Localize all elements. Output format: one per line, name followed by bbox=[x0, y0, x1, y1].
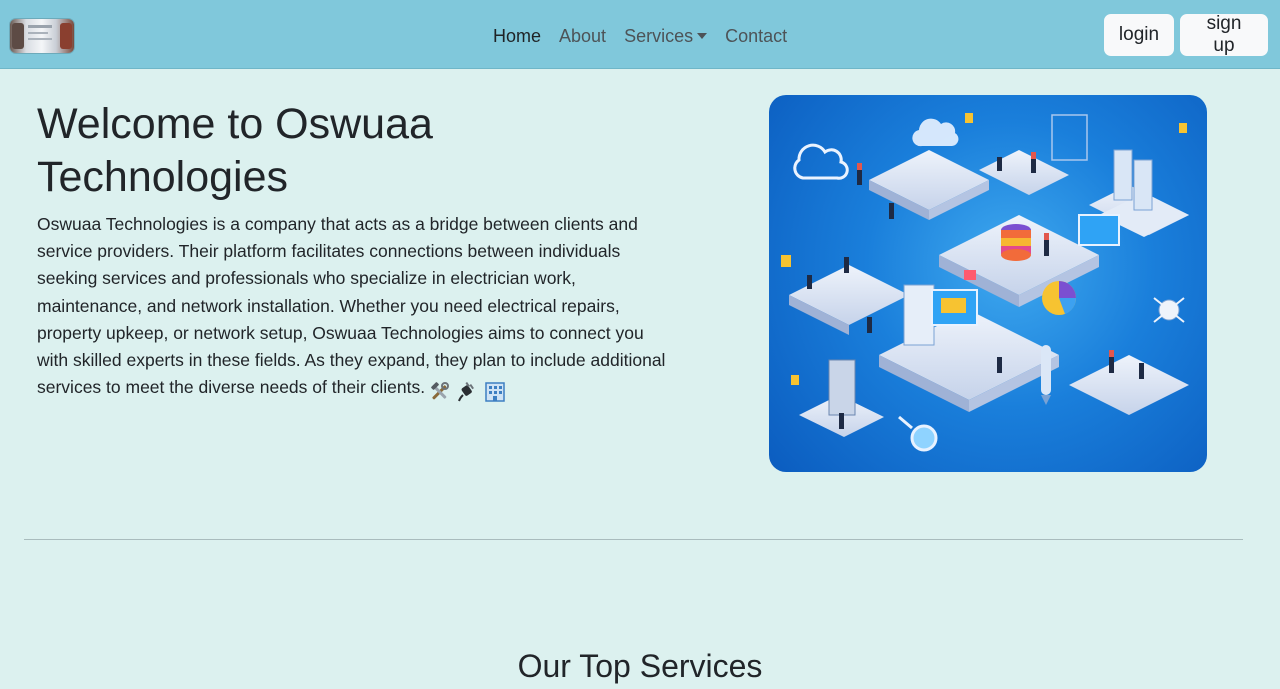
office-building-icon bbox=[485, 381, 505, 402]
login-button[interactable]: login bbox=[1104, 14, 1174, 56]
section-divider bbox=[24, 539, 1243, 540]
nav-link-services-label: Services bbox=[624, 25, 694, 46]
navbar: Home About Services Contact login sign u… bbox=[0, 0, 1280, 69]
caret-down-icon bbox=[697, 32, 708, 39]
hero-illustration bbox=[769, 95, 1207, 472]
hero-title: Welcome to Oswuaa Technologies bbox=[37, 100, 433, 201]
emoji-group bbox=[429, 377, 508, 404]
hero-description-text: Oswuaa Technologies is a company that ac… bbox=[37, 214, 666, 398]
nav-link-contact[interactable]: Contact bbox=[716, 26, 796, 47]
nav-link-about[interactable]: About bbox=[550, 26, 615, 47]
main-nav: Home About Services Contact bbox=[484, 22, 796, 50]
nav-dropdown-services[interactable]: Services bbox=[615, 26, 716, 47]
hero-description: Oswuaa Technologies is a company that ac… bbox=[37, 211, 677, 404]
isometric-tech-illustration bbox=[781, 113, 1189, 452]
nav-link-home[interactable]: Home bbox=[484, 26, 550, 47]
brand-logo[interactable] bbox=[10, 19, 74, 53]
section-title-top-services: Our Top Services bbox=[517, 648, 763, 684]
signup-button[interactable]: sign up bbox=[1180, 13, 1268, 56]
hammer-and-wrench-icon bbox=[431, 381, 450, 399]
electric-plug-icon bbox=[458, 381, 474, 401]
